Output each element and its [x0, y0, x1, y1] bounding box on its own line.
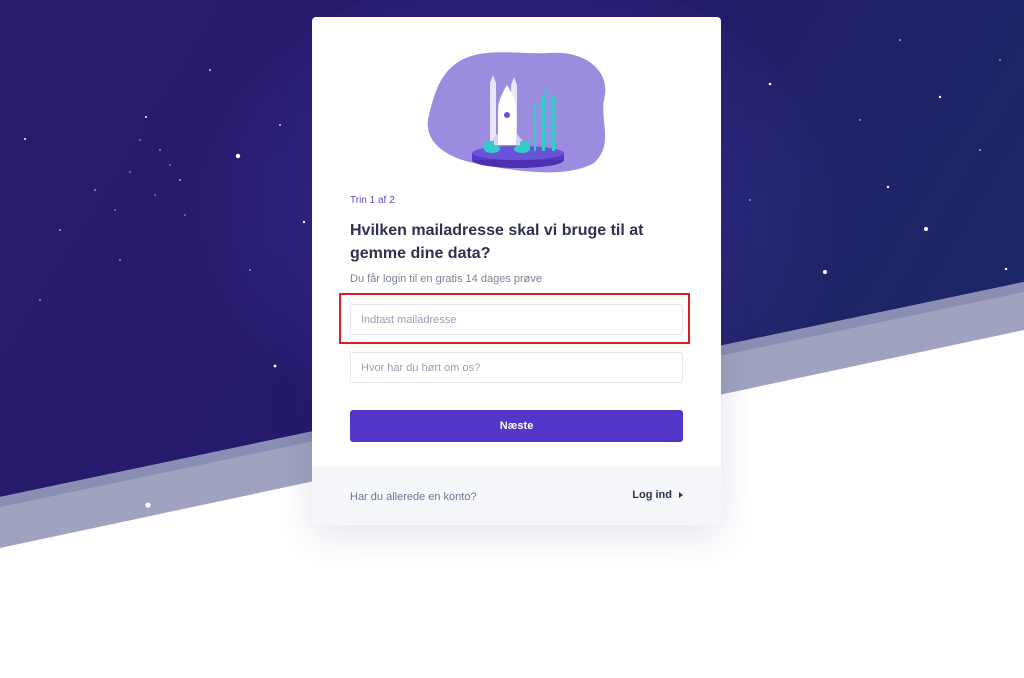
trial-subtitle: Du får login til en gratis 14 dages prøv… [350, 273, 542, 285]
page-stage: Trin 1 af 2 Hvilken mailadresse skal vi … [0, 0, 1024, 678]
email-field[interactable] [350, 304, 683, 335]
existing-account-question: Har du allerede en konto? [350, 491, 477, 503]
caret-right-icon [679, 492, 683, 498]
next-button[interactable]: Næste [350, 410, 683, 442]
signup-card: Trin 1 af 2 Hvilken mailadresse skal vi … [312, 17, 721, 525]
rocket-launch-illustration [427, 52, 606, 173]
page-title: Hvilken mailadresse skal vi bruge til at… [350, 222, 644, 262]
step-indicator: Trin 1 af 2 [350, 195, 395, 206]
login-link-label: Log ind [632, 489, 672, 501]
login-link[interactable]: Log ind [632, 489, 683, 501]
referral-source-field[interactable] [350, 352, 683, 383]
card-footer: Har du allerede en konto? Log ind [312, 467, 721, 525]
